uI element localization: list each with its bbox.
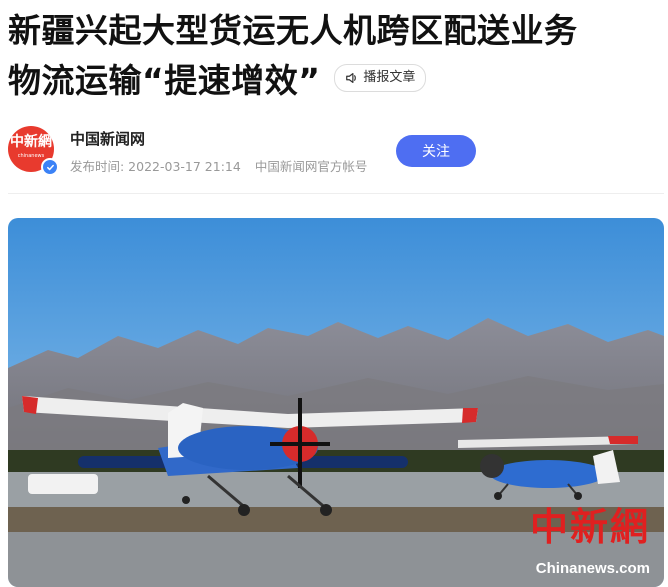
speaker-icon [346, 72, 357, 83]
title-line-1: 新疆兴起大型货运无人机跨区配送业务 [8, 11, 578, 50]
post-meta: 发布时间: 2022-03-17 21:14 中国新闻网官方帐号 [70, 156, 381, 175]
avatar-logo-text: 中新網 [10, 134, 52, 150]
article-photo[interactable]: 中新網 Chinanews.com [8, 218, 664, 587]
photo-watermark-url: Chinanews.com [535, 560, 650, 577]
follow-button[interactable]: 关注 [396, 135, 476, 167]
photo-watermark: 中新網 [529, 504, 650, 549]
listen-article-button[interactable]: 播报文章 [334, 63, 427, 92]
author-bar: 中新網 chinanews 中国新闻网 发布时间: 2022-03-17 21:… [8, 126, 668, 182]
publish-time: 发布时间: 2022-03-17 21:14 [70, 159, 241, 174]
divider [8, 193, 664, 194]
article-title: 新疆兴起大型货运无人机跨区配送业务 物流运输“提速增效” 播报文章 [8, 6, 668, 106]
account-type: 中国新闻网官方帐号 [254, 159, 368, 174]
title-line-2-text: 物流运输“提速增效” [8, 61, 321, 100]
verified-badge-icon [41, 158, 59, 176]
title-line-2: 物流运输“提速增效” 播报文章 [8, 56, 668, 106]
listen-article-label: 播报文章 [363, 69, 416, 85]
author-name[interactable]: 中国新闻网 [70, 128, 145, 149]
